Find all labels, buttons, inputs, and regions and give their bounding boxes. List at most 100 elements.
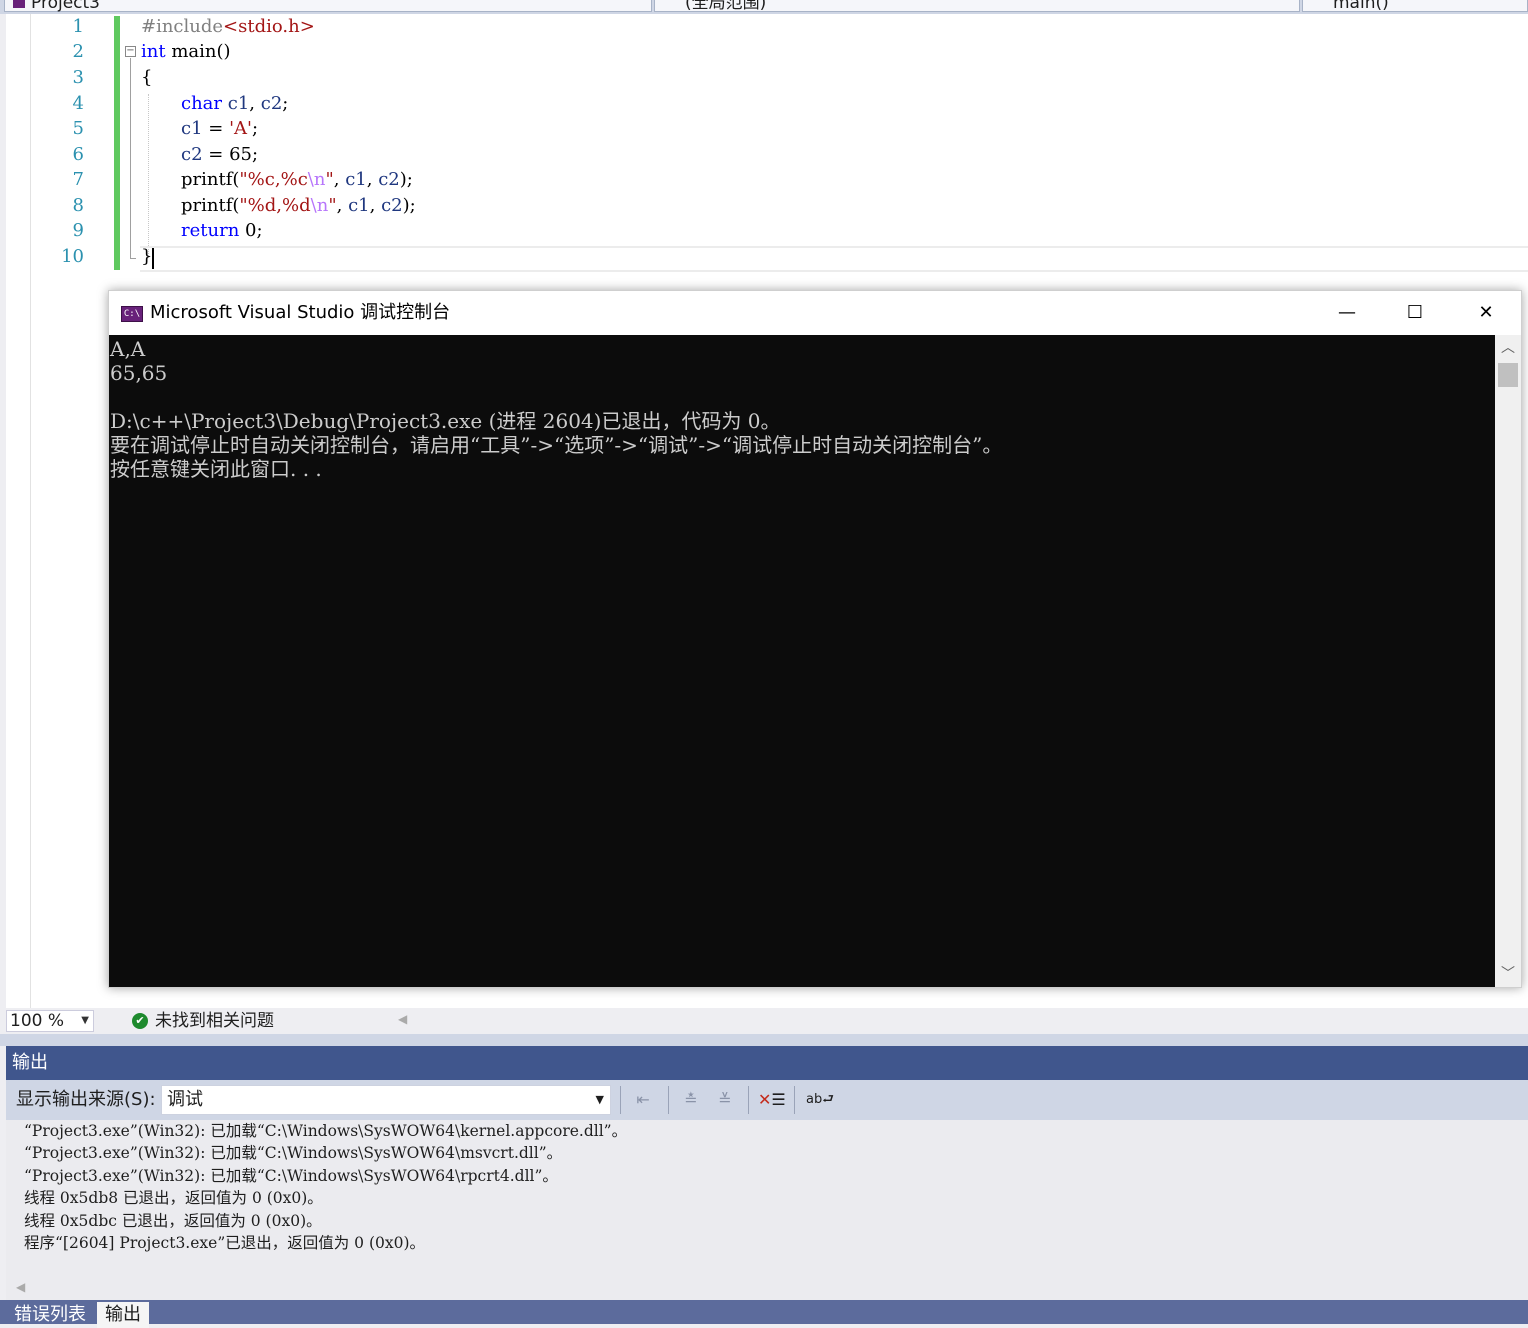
console-title-bar[interactable]: C:\ Microsoft Visual Studio 调试控制台 — ☐ ✕ — [109, 291, 1521, 335]
code-text: 0; — [239, 220, 263, 241]
code-text: ); — [399, 169, 413, 190]
output-line: 程序“[2604] Project3.exe”已退出，返回值为 0 (0x0)。 — [24, 1234, 426, 1252]
console-line: 65,65 — [110, 361, 168, 385]
console-output[interactable]: A,A 65,65 D:\c++\Project3\Debug\Project3… — [109, 335, 1495, 987]
keyword: char — [181, 93, 223, 114]
code-line-2: int main() — [141, 39, 231, 64]
line-number: 5 — [72, 118, 84, 139]
output-source-value: 调试 — [167, 1089, 203, 1110]
code-text: ; — [282, 93, 289, 114]
check-circle-icon: ✔ — [132, 1013, 148, 1029]
find-message-icon[interactable]: ⇤ — [630, 1086, 656, 1114]
console-line: 按任意键关闭此窗口. . . — [110, 457, 322, 481]
zoom-value: 100 % — [10, 1011, 65, 1031]
output-line: “Project3.exe”(Win32): 已加载“C:\Windows\Sy… — [24, 1122, 628, 1140]
line-number: 6 — [72, 144, 84, 165]
output-line: “Project3.exe”(Win32): 已加载“C:\Windows\Sy… — [24, 1167, 558, 1185]
line-number: 4 — [72, 93, 84, 114]
zoom-dropdown[interactable]: 100 % ▼ — [6, 1010, 94, 1032]
code-line-5: c1 = 'A'; — [181, 116, 258, 141]
string-literal: " — [328, 195, 337, 216]
code-line-10: } — [141, 244, 152, 269]
code-line-7: printf("%c,%c\n", c1, c2); — [181, 167, 413, 192]
line-number: 7 — [72, 169, 84, 190]
scrollbar-thumb[interactable] — [1498, 363, 1518, 387]
word-wrap-icon[interactable]: ab⮐ — [806, 1086, 834, 1114]
toolbar-separator — [794, 1086, 795, 1114]
output-panel-header: 输出 — [6, 1046, 1528, 1080]
variable: c1 — [227, 93, 250, 114]
line-number: 10 — [61, 246, 84, 267]
output-text-area[interactable]: “Project3.exe”(Win32): 已加载“C:\Windows\Sy… — [6, 1120, 1528, 1300]
code-text: ; — [251, 118, 259, 139]
maximize-button[interactable]: ☐ — [1385, 295, 1445, 331]
variable: c2 — [378, 169, 400, 190]
scope-label: (全局范围) — [685, 0, 767, 13]
navigation-bar: Project3 (全局范围) main() — [0, 0, 1528, 14]
tab-output[interactable]: 输出 — [97, 1302, 149, 1328]
function-call: printf( — [181, 195, 240, 216]
member-label: main() — [1333, 0, 1389, 13]
scroll-left-icon[interactable]: ◀ — [398, 1012, 407, 1026]
current-line-highlight — [140, 246, 1528, 272]
code-line-9: return 0; — [181, 218, 263, 243]
tab-error-list[interactable]: 错误列表 — [6, 1302, 94, 1328]
scroll-up-icon[interactable]: ︿ — [1495, 337, 1521, 359]
clear-all-icon[interactable]: ✕☰ — [758, 1086, 786, 1114]
collapse-toggle-icon[interactable]: − — [125, 46, 136, 57]
code-text: ); — [402, 195, 416, 216]
project-icon — [13, 0, 25, 8]
preprocessor-directive: #include — [141, 16, 224, 37]
variable: c2 — [260, 93, 283, 114]
panel-splitter[interactable] — [0, 1034, 1528, 1046]
chevron-down-icon: ▼ — [81, 1015, 89, 1026]
console-scrollbar[interactable]: ︿ ﹀ — [1495, 335, 1521, 987]
next-message-icon[interactable]: ≚ — [712, 1086, 738, 1114]
code-text: , — [333, 169, 346, 190]
variable: c2 — [381, 195, 403, 216]
code-line-6: c2 = 65; — [181, 142, 258, 167]
variable: c2 — [181, 144, 203, 165]
line-number: 8 — [72, 195, 84, 216]
debug-console-window[interactable]: C:\ Microsoft Visual Studio 调试控制台 — ☐ ✕ … — [108, 290, 1522, 988]
member-dropdown[interactable]: main() — [1302, 0, 1528, 13]
line-number: 9 — [72, 220, 84, 241]
close-button[interactable]: ✕ — [1456, 295, 1516, 331]
variable: c1 — [345, 169, 367, 190]
code-text: main() — [165, 41, 231, 62]
code-text: = — [202, 118, 230, 139]
editor-status-strip: 100 % ▼ ✔ 未找到相关问题 ◀ — [6, 1008, 1528, 1034]
code-text: } — [141, 246, 153, 267]
output-source-dropdown[interactable]: 调试 ▼ — [161, 1085, 611, 1115]
escape-sequence: \n — [310, 195, 329, 216]
chevron-down-icon: ▼ — [595, 1093, 604, 1106]
code-line-3: { — [141, 65, 152, 90]
toolbar-separator — [748, 1086, 749, 1114]
variable: c1 — [348, 195, 370, 216]
scroll-down-icon[interactable]: ﹀ — [1495, 963, 1521, 985]
code-line-4: char c1, c2; — [181, 91, 288, 116]
scroll-left-icon[interactable]: ◀ — [16, 1280, 25, 1294]
code-line-1: #include<stdio.h> — [141, 14, 315, 39]
minimize-button[interactable]: — — [1317, 295, 1377, 331]
line-number: 3 — [72, 67, 84, 88]
previous-message-icon[interactable]: ≛ — [678, 1086, 704, 1114]
string-literal: "%c,%c — [239, 169, 308, 190]
scope-dropdown[interactable]: (全局范围) — [654, 0, 1300, 13]
issues-status[interactable]: 未找到相关问题 — [155, 1009, 274, 1033]
console-app-icon: C:\ — [121, 306, 143, 322]
output-line: “Project3.exe”(Win32): 已加载“C:\Windows\Sy… — [24, 1144, 563, 1162]
console-line: A,A — [110, 337, 146, 361]
output-line: 线程 0x5dbc 已退出，返回值为 0 (0x0)。 — [24, 1212, 322, 1230]
code-text: { — [141, 67, 153, 88]
project-dropdown[interactable]: Project3 — [4, 0, 652, 13]
fold-guide-end — [130, 258, 136, 259]
text-cursor — [152, 248, 154, 269]
console-line: 要在调试停止时自动关闭控制台，请启用“工具”->“选项”->“调试”->“调试停… — [110, 433, 1003, 457]
string-literal: " — [325, 169, 334, 190]
code-text: , — [249, 93, 261, 114]
keyword: return — [181, 220, 240, 241]
output-line: 线程 0x5db8 已退出，返回值为 0 (0x0)。 — [24, 1189, 323, 1207]
gutter-divider — [30, 14, 31, 1008]
output-toolbar: 显示输出来源(S): 调试 ▼ ⇤ ≛ ≚ ✕☰ ab⮐ — [6, 1080, 1528, 1120]
